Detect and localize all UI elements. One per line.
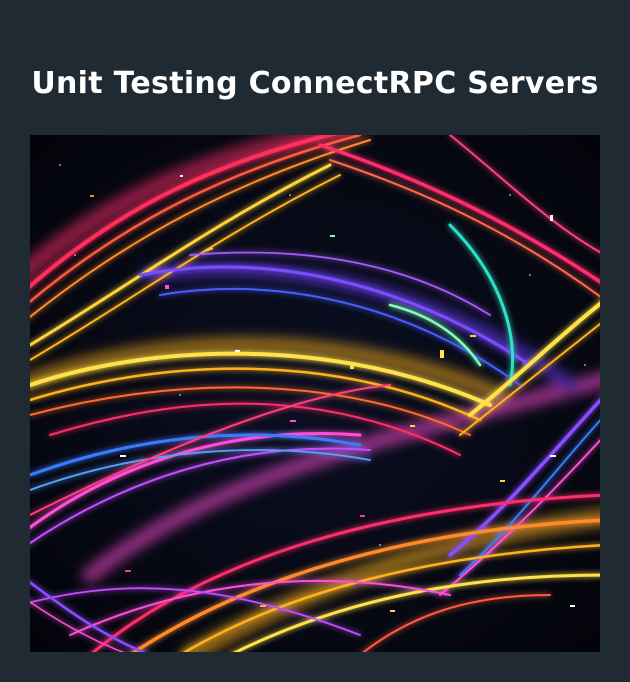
- cover-image: [30, 135, 600, 652]
- neon-streaks-artwork: [30, 135, 600, 652]
- article-card: Unit Testing ConnectRPC Servers: [0, 0, 630, 682]
- article-title: Unit Testing ConnectRPC Servers: [31, 66, 599, 101]
